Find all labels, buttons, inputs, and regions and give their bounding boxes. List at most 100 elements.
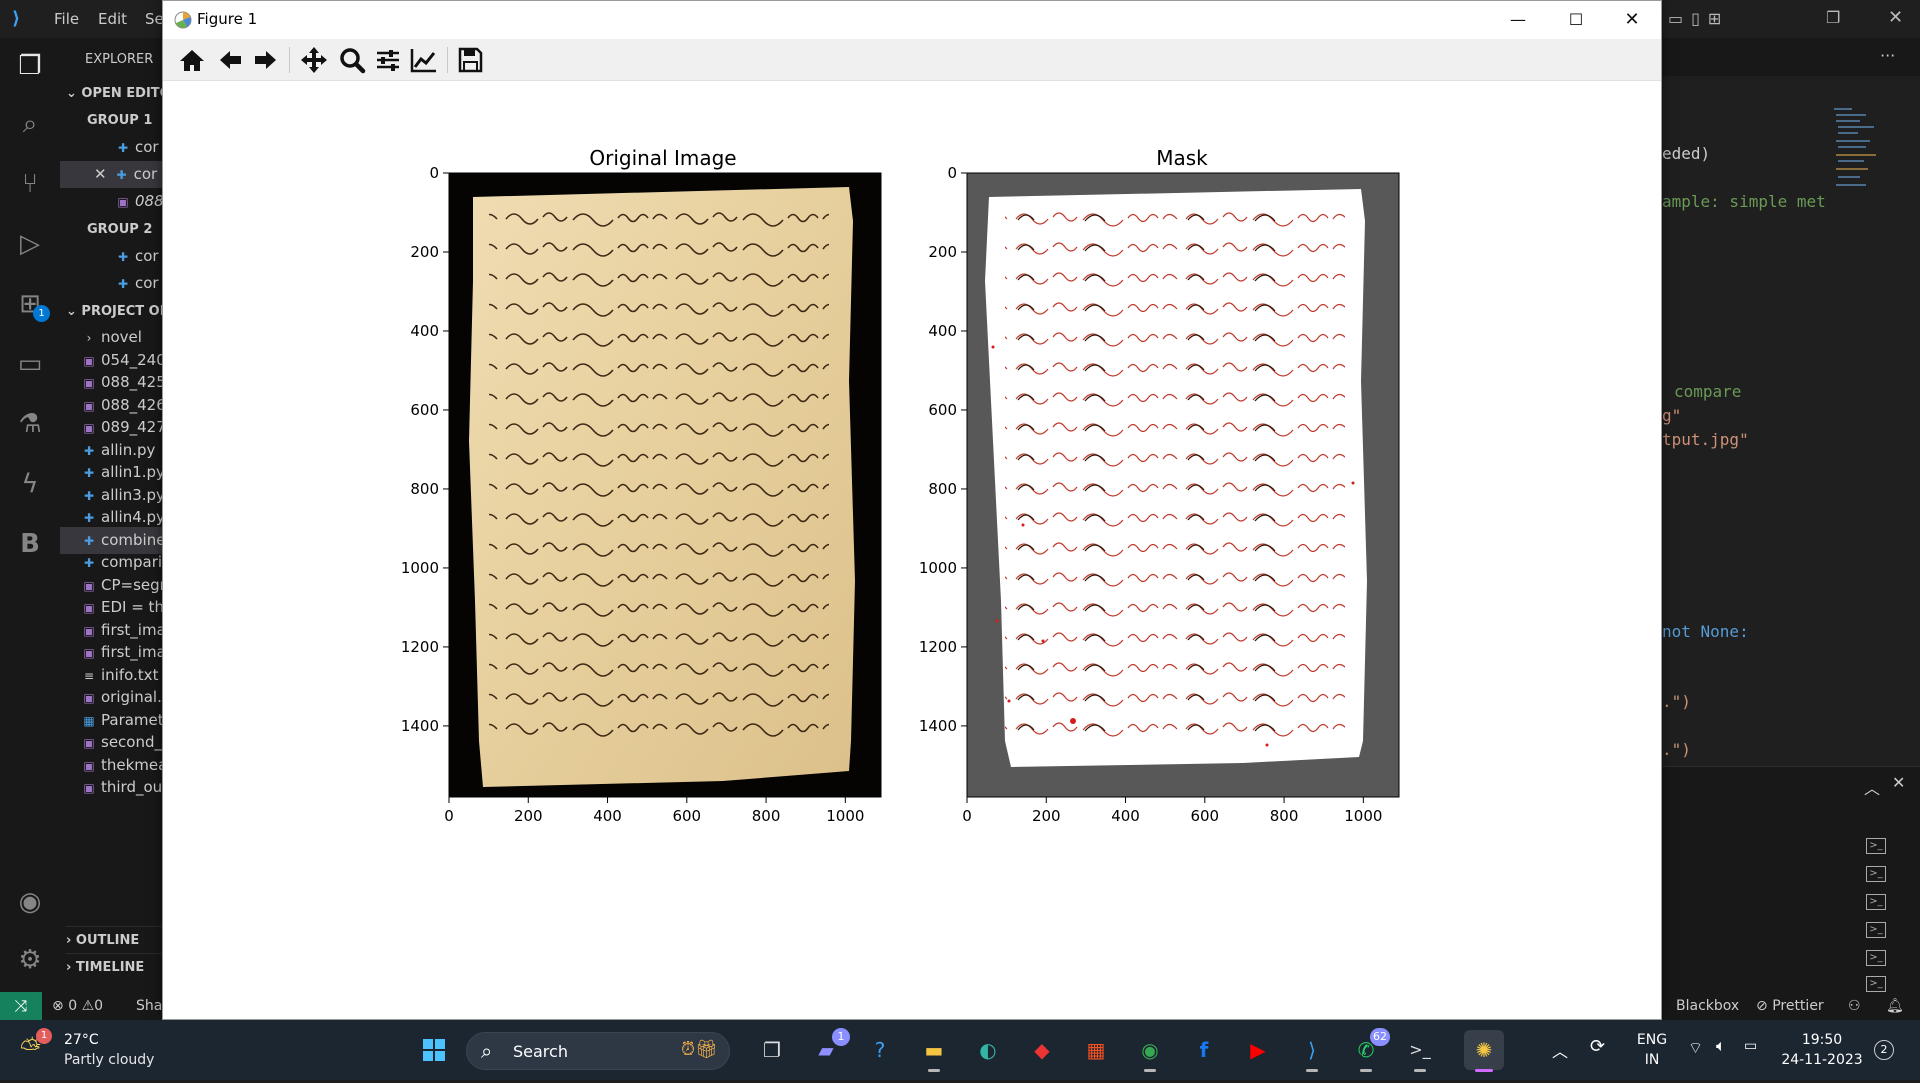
blackbox-status[interactable]: Blackbox [1676, 992, 1739, 1020]
wifi-icon[interactable]: ⌔ [1688, 1038, 1703, 1058]
terminal-instance-icon[interactable]: >_ [1866, 894, 1886, 910]
plot-canvas[interactable]: Original Image 0 200 400 600 800 1000 0 200 400… [163, 81, 1661, 1019]
original-handwriting [489, 199, 829, 739]
open-editor-item[interactable]: ✚ cor [60, 243, 164, 270]
save-icon[interactable] [453, 44, 487, 76]
vscode-logo-icon: ⟩ [12, 8, 21, 29]
volume-icon[interactable]: 🔈︎ [1716, 1036, 1726, 1056]
help-icon[interactable]: ? [860, 1030, 900, 1070]
close-editor-icon[interactable]: ✕ [94, 165, 107, 183]
explorer-icon[interactable]: ❐ [12, 48, 48, 84]
file-name: allin.py [101, 440, 156, 459]
figure-titlebar[interactable]: Figure 1 — ☐ ✕ [163, 1, 1661, 39]
jewel-app-icon[interactable]: ◆ [1022, 1030, 1062, 1070]
group-1-header[interactable]: GROUP 1 [87, 107, 164, 134]
terminal-icon[interactable]: >_ [1400, 1030, 1440, 1072]
open-editor-item[interactable]: ▣ 088 [60, 188, 164, 215]
blackbox-icon[interactable]: B [12, 526, 48, 562]
minimize-icon[interactable]: — [1489, 1, 1547, 39]
close-icon[interactable]: ✕ [1603, 1, 1661, 39]
menu-file[interactable]: File [54, 10, 79, 28]
open-editor-item[interactable]: ✚ cor [60, 134, 164, 161]
timeline-header[interactable]: › TIMELINE [66, 953, 164, 980]
prettier-status[interactable]: ⊘ Prettier [1756, 992, 1824, 1020]
terminal-instance-icon[interactable]: >_ [1866, 922, 1886, 938]
status-text[interactable]: Sha [136, 992, 162, 1020]
extensions-icon[interactable]: ⊞ 1 [12, 286, 50, 322]
clock[interactable]: 19:50 24-11-2023 [1780, 1030, 1864, 1070]
menu-edit[interactable]: Edit [98, 10, 127, 28]
account-icon[interactable]: ◉ [12, 884, 48, 920]
youtube-icon[interactable]: ▶ [1238, 1030, 1278, 1070]
maximize-icon[interactable]: ☐ [1547, 1, 1605, 39]
close-panel-icon[interactable]: ✕ [1892, 773, 1905, 792]
remote-explorer-icon[interactable]: ▭ [12, 346, 48, 382]
code-line: .") [1662, 740, 1691, 759]
original-image-title: Original Image [589, 146, 736, 170]
vscode-icon[interactable]: ⟩ [1292, 1030, 1332, 1072]
x-tick-label: 1000 [1344, 807, 1382, 825]
problems-status[interactable]: ⊗ 0 ⚠0 [52, 992, 103, 1020]
file-name: original. [101, 688, 162, 706]
chrome-icon[interactable]: ◉ [1130, 1030, 1170, 1072]
show-hidden-icons-chevron-icon[interactable]: ︿ [1552, 1038, 1568, 1062]
weather-widget[interactable]: ⛅︎ 1 27°C Partly cloudy [20, 1028, 160, 1072]
facebook-icon[interactable]: f [1184, 1030, 1224, 1070]
edit-axis-icon[interactable] [407, 44, 441, 76]
notification-count-badge[interactable]: 2 [1874, 1040, 1894, 1060]
menu-selection[interactable]: Se [145, 10, 164, 28]
source-control-icon[interactable]: ⑂ [12, 166, 48, 202]
testing-icon[interactable]: ⚗ [12, 406, 48, 442]
terminal-instance-icon[interactable]: >_ [1866, 866, 1886, 882]
battery-icon[interactable]: ▭ [1744, 1038, 1757, 1054]
mask-x-axis: 0 200 400 600 800 1000 [962, 797, 1382, 825]
notifications-bell-icon[interactable]: 🔔︎ [1886, 992, 1904, 1020]
task-view-icon[interactable]: ❐ [752, 1030, 792, 1070]
language-indicator[interactable]: ENG IN [1632, 1030, 1672, 1070]
search-icon[interactable]: ⌕ [12, 106, 48, 142]
open-editor-item[interactable]: ✚ cor [60, 270, 164, 297]
more-actions-icon[interactable]: ··· [1880, 46, 1895, 65]
remote-indicator-icon[interactable]: ⤨ [0, 992, 42, 1020]
windows-start-icon[interactable] [414, 1030, 454, 1070]
manage-gear-icon[interactable]: ⚙ [12, 942, 48, 978]
outline-header[interactable]: › OUTLINE [66, 926, 164, 953]
edge-icon[interactable]: ◐ [968, 1030, 1008, 1070]
run-debug-icon[interactable]: ▷ [12, 226, 48, 262]
open-editor-item[interactable]: ✕ ✚ cor [60, 161, 164, 188]
zoom-icon[interactable] [335, 44, 369, 76]
teams-icon[interactable]: ▰ 1 [806, 1028, 850, 1070]
pan-icon[interactable] [297, 44, 331, 76]
minimap[interactable] [1832, 106, 1878, 196]
terminal-instance-icon[interactable]: >_ [1866, 950, 1886, 966]
taskbar-search[interactable]: ⌕ Search ⏰︎🎁︎ [466, 1032, 730, 1070]
group-2-header[interactable]: GROUP 2 [87, 216, 164, 243]
layout-toggle-icons[interactable]: ▭▯⊞ [1668, 9, 1729, 28]
configure-subplots-icon[interactable] [371, 44, 405, 76]
home-icon[interactable] [175, 44, 209, 76]
sync-icon[interactable]: ⟳ [1590, 1036, 1605, 1057]
open-editors-header[interactable]: ⌄ OPEN EDITO [66, 80, 164, 107]
terminal-instance-icon[interactable]: >_ [1866, 838, 1886, 854]
file-explorer-icon[interactable]: ▬ [914, 1030, 954, 1072]
accounts-status-icon[interactable]: ⚇ [1848, 992, 1861, 1020]
mask-axes[interactable]: Mask 0 200 400 600 800 1000 0 200 400 600 800 1000… [919, 146, 1400, 825]
back-icon[interactable] [213, 44, 247, 76]
close-window-icon[interactable]: ✕ [1888, 7, 1903, 28]
restore-window-icon[interactable]: ❐ [1826, 8, 1840, 27]
chevron-right-icon: › [66, 960, 76, 975]
lightning-icon[interactable]: ϟ [12, 466, 48, 502]
matplotlib-icon[interactable]: ✺ [1464, 1030, 1504, 1072]
y-tick-label: 200 [928, 243, 957, 261]
original-image-axes[interactable]: Original Image 0 200 400 600 800 1000 0 200 400… [401, 146, 882, 825]
code-editor[interactable]: eded) ample: simple met compare g" tput.… [1660, 76, 1920, 766]
forward-icon[interactable] [249, 44, 283, 76]
project-header[interactable]: ⌄ PROJECT ON [66, 298, 164, 325]
whatsapp-icon[interactable]: ✆ 62 [1346, 1028, 1390, 1072]
terminal-instance-icon[interactable]: >_ [1866, 976, 1886, 992]
store-icon[interactable]: ▦ [1076, 1030, 1116, 1070]
file-tree-item[interactable]: ▣ third_ou [60, 774, 164, 801]
y-tick-label: 1000 [401, 559, 439, 577]
file-name: novel [101, 328, 142, 346]
chevron-up-icon[interactable]: ︿ [1864, 775, 1880, 799]
